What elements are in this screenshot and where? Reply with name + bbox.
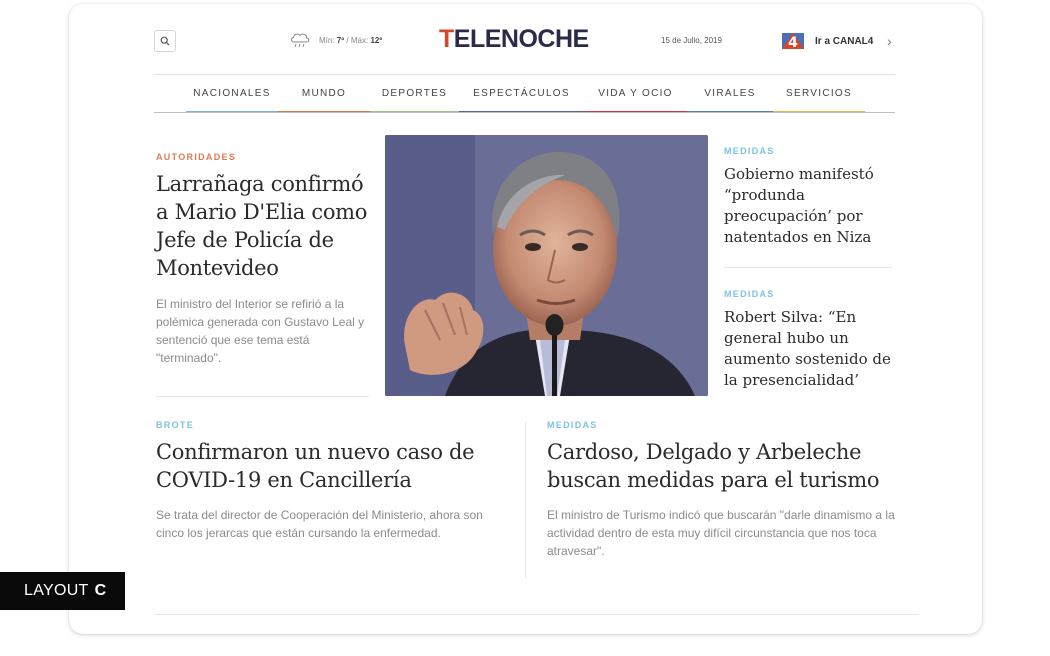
lead-divider [156, 396, 369, 397]
canal4-logo-text: 4 [788, 35, 798, 51]
nav-label: SERVICIOS [786, 88, 852, 99]
weather-max-value: 12º [370, 35, 383, 45]
lead-article[interactable]: AUTORIDADES Larrañaga confirmó a Mario D… [156, 152, 371, 367]
nav-item-servicios[interactable]: SERVICIOS [773, 75, 865, 113]
article-title[interactable]: Gobierno manifestó “produnda preocupació… [724, 164, 904, 248]
article-kicker: MEDIDAS [547, 420, 598, 430]
article-kicker: MEDIDAS [724, 289, 775, 299]
weather-min-value: 7º [336, 35, 345, 45]
article-kicker: AUTORIDADES [156, 152, 237, 162]
nav-label: VIRALES [704, 88, 756, 99]
weather-text: Mín: 7º / Máx: 12º [319, 36, 382, 45]
lead-article-photo[interactable] [385, 135, 708, 396]
nav-label: VIDA Y OCIO [598, 88, 673, 99]
canal4-logo-icon: 4 [782, 33, 804, 51]
portrait-illustration [385, 135, 708, 396]
layout-badge-label: LAYOUT [24, 582, 89, 599]
article-title[interactable]: Robert Silva: “En general hubo un aument… [724, 307, 904, 391]
weather-separator: / [346, 35, 349, 45]
article-title[interactable]: Cardoso, Delgado y Arbeleche buscan medi… [547, 438, 902, 494]
nav-item-deportes[interactable]: DEPORTES [370, 75, 459, 113]
nav-label: ESPECTÁCULOS [473, 88, 570, 99]
logo-rest: ELENOCHE [453, 25, 589, 53]
search-button[interactable] [154, 30, 176, 52]
nav-label: DEPORTES [381, 88, 448, 99]
bottom-article-left[interactable]: BROTE Confirmaron un nuevo caso de COVID… [156, 420, 511, 542]
weather-min-label: Mín: [319, 35, 335, 45]
nav-item-mundo[interactable]: MUNDO [278, 75, 370, 113]
nav-label: MUNDO [301, 88, 347, 99]
bottom-article-right[interactable]: MEDIDAS Cardoso, Delgado y Arbeleche bus… [547, 420, 902, 560]
search-icon [160, 36, 170, 46]
layout-badge: LAYOUT C [0, 572, 125, 610]
article-kicker: BROTE [156, 420, 194, 430]
nav-label: NACIONALES [193, 88, 271, 99]
article-summary: Se trata del director de Cooperación del… [156, 508, 483, 540]
article-title[interactable]: Confirmaron un nuevo caso de COVID-19 en… [156, 438, 511, 494]
canal4-link[interactable]: 4 Ir a CANAL4 [781, 31, 873, 51]
layout-badge-letter: C [94, 582, 107, 599]
article-title[interactable]: Larrañaga confirmó a Mario D'Elia como J… [156, 170, 371, 282]
side-article-2[interactable]: MEDIDAS Robert Silva: “En general hubo u… [724, 289, 904, 391]
article-kicker: MEDIDAS [724, 146, 775, 156]
weather-max-label: Máx: [350, 35, 369, 45]
nav-item-nacionales[interactable]: NACIONALES [186, 75, 278, 113]
column-divider [525, 422, 526, 578]
canal4-link-label: Ir a CANAL4 [815, 35, 874, 47]
nav-item-espectaculos[interactable]: ESPECTÁCULOS [459, 75, 584, 113]
nav-bottom-divider [154, 112, 895, 113]
chevron-right-icon[interactable]: › [887, 33, 892, 49]
cloud-rain-icon [291, 33, 310, 48]
side-divider [724, 267, 892, 268]
article-summary: El ministro del Interior se refirió a la… [156, 297, 365, 365]
main-nav: NACIONALES MUNDO DEPORTES ESPECTÁCULOS V… [186, 75, 865, 113]
logo-first-letter: T [439, 25, 454, 53]
article-summary: El ministro de Turismo indicó que buscar… [547, 508, 895, 558]
site-logo[interactable]: TELENOCHE [439, 25, 589, 54]
side-article-1[interactable]: MEDIDAS Gobierno manifestó “produnda pre… [724, 146, 904, 248]
page-card: Mín: 7º / Máx: 12º TELENOCHE 15 de Julio… [69, 4, 982, 634]
nav-item-virales[interactable]: VIRALES [687, 75, 773, 113]
weather-widget: Mín: 7º / Máx: 12º [289, 31, 382, 49]
footer-divider [154, 614, 919, 615]
nav-item-vida-y-ocio[interactable]: VIDA Y OCIO [584, 75, 687, 113]
current-date: 15 de Julio, 2019 [661, 36, 722, 45]
